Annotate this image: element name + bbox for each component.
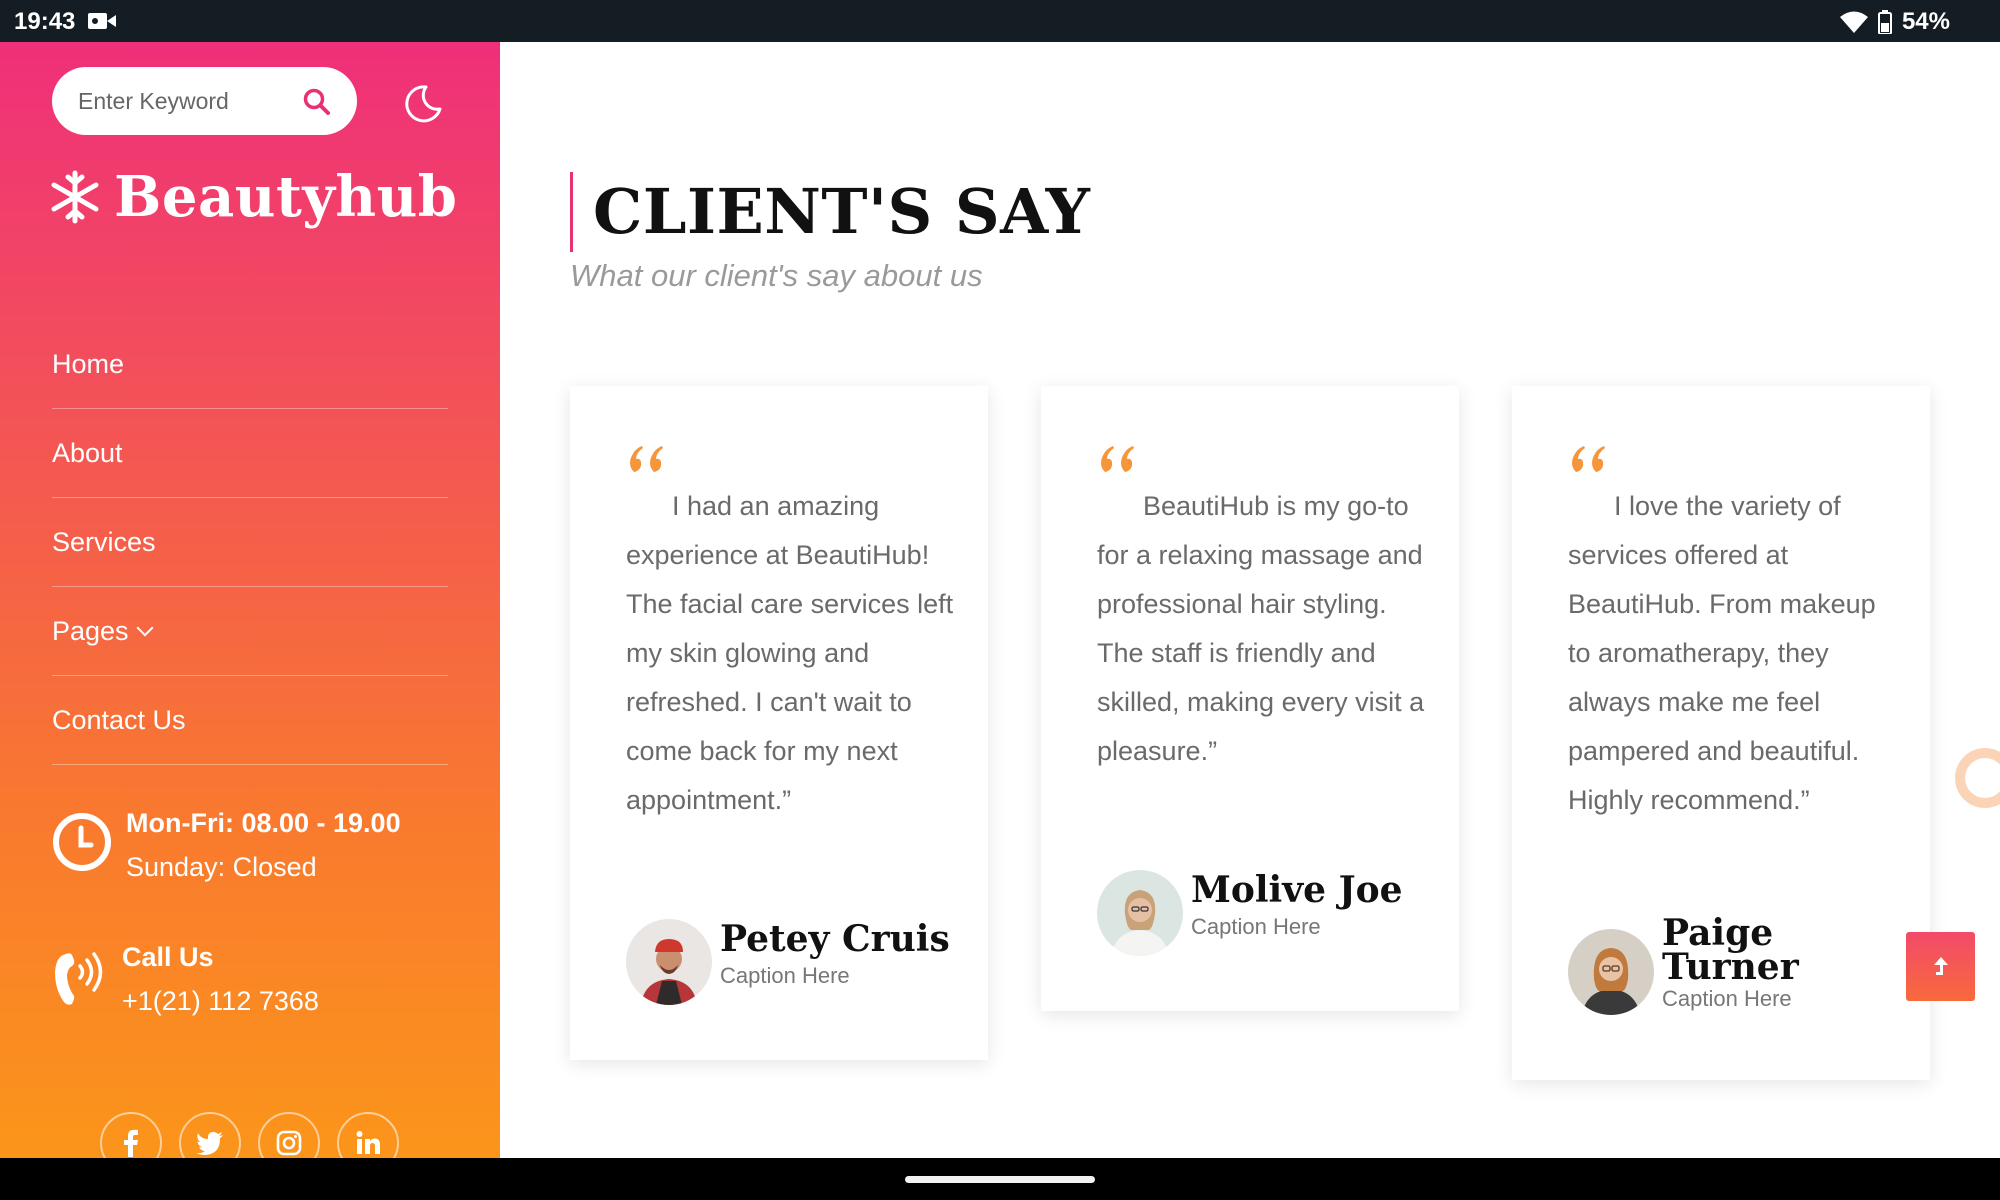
testimonial-text: I had an amazing experience at BeautiHub…: [626, 491, 954, 815]
brand-name: Beautyhub: [114, 164, 458, 230]
section-title: CLIENT'S SAY: [593, 175, 1091, 248]
status-bar: 19:43 54%: [0, 0, 2000, 42]
linkedin-icon[interactable]: [337, 1112, 399, 1158]
instagram-icon[interactable]: [258, 1112, 320, 1158]
main-menu: Home About Services Pages Contact Us: [52, 320, 448, 765]
sidebar: Beautyhub Home About Services Pages Cont…: [0, 42, 500, 1158]
hours-sunday: Sunday: Closed: [126, 852, 317, 882]
call-number[interactable]: +1(21) 112 7368: [122, 986, 319, 1017]
client-caption: Caption Here: [720, 963, 850, 988]
dark-mode-moon-icon[interactable]: [402, 82, 444, 124]
testimonial-card: I had an amazing experience at BeautiHub…: [570, 386, 988, 1060]
testimonial-text: I love the variety of services offered a…: [1568, 491, 1876, 815]
avatar: [1568, 929, 1654, 1015]
menu-item-label: Pages: [52, 615, 129, 646]
search-icon[interactable]: [302, 87, 332, 117]
brand-logo[interactable]: Beautyhub: [50, 164, 457, 230]
battery-icon: [1877, 10, 1892, 34]
quote-icon: [630, 446, 663, 472]
search-input[interactable]: [78, 67, 288, 135]
camera-icon: [1965, 758, 2000, 798]
testimonial-card: I love the variety of services offered a…: [1512, 386, 1930, 1080]
wifi-icon: [1839, 11, 1868, 33]
client-name: Molive Joe: [1191, 869, 1403, 911]
section-heading: CLIENT'S SAY: [570, 172, 1090, 252]
social-links: [100, 1112, 399, 1158]
battery-level: 54%: [1901, 8, 1950, 35]
screen-record-icon: [88, 13, 116, 29]
chevron-down-icon: [136, 619, 154, 637]
menu-item-contact-us[interactable]: Contact Us: [52, 676, 448, 765]
quote-icon: [1101, 446, 1134, 472]
snowflake-icon: [51, 170, 99, 224]
hours-weekday: Mon-Fri: 08.00 - 19.00: [126, 808, 401, 838]
twitter-icon[interactable]: [179, 1112, 241, 1158]
avatar: [626, 919, 712, 1005]
menu-item-label: Contact Us: [52, 704, 186, 735]
system-nav-bar: [0, 1158, 2000, 1200]
quote-icon: [1572, 446, 1605, 472]
menu-item-about[interactable]: About: [52, 409, 448, 498]
floating-camera-button[interactable]: [1955, 748, 2000, 808]
menu-item-label: Home: [52, 348, 125, 379]
arrow-up-icon: [1933, 956, 1948, 975]
testimonial-text: BeautiHub is my go-to for a relaxing mas…: [1097, 491, 1425, 766]
client-caption: Caption Here: [1662, 986, 1792, 1011]
menu-item-pages[interactable]: Pages: [52, 587, 448, 676]
clock-icon: [53, 813, 111, 871]
menu-item-home[interactable]: Home: [52, 320, 448, 409]
menu-item-label: Services: [52, 526, 156, 557]
home-gesture-handle[interactable]: [905, 1176, 1095, 1183]
menu-item-services[interactable]: Services: [52, 498, 448, 587]
back-to-top-button[interactable]: [1906, 932, 1975, 1001]
avatar: [1097, 870, 1183, 956]
client-name: Petey Cruis: [720, 918, 950, 960]
section-subtitle: What our client's say about us: [570, 258, 983, 293]
client-name: Paige Turner: [1662, 912, 1799, 988]
facebook-icon[interactable]: [100, 1112, 162, 1158]
search-box: [52, 67, 357, 135]
menu-item-label: About: [52, 437, 123, 468]
status-time: 19:43: [14, 8, 76, 35]
phone-icon: [55, 952, 103, 1005]
testimonial-card: BeautiHub is my go-to for a relaxing mas…: [1041, 386, 1459, 1011]
client-caption: Caption Here: [1191, 914, 1321, 939]
call-label: Call Us: [122, 942, 214, 972]
